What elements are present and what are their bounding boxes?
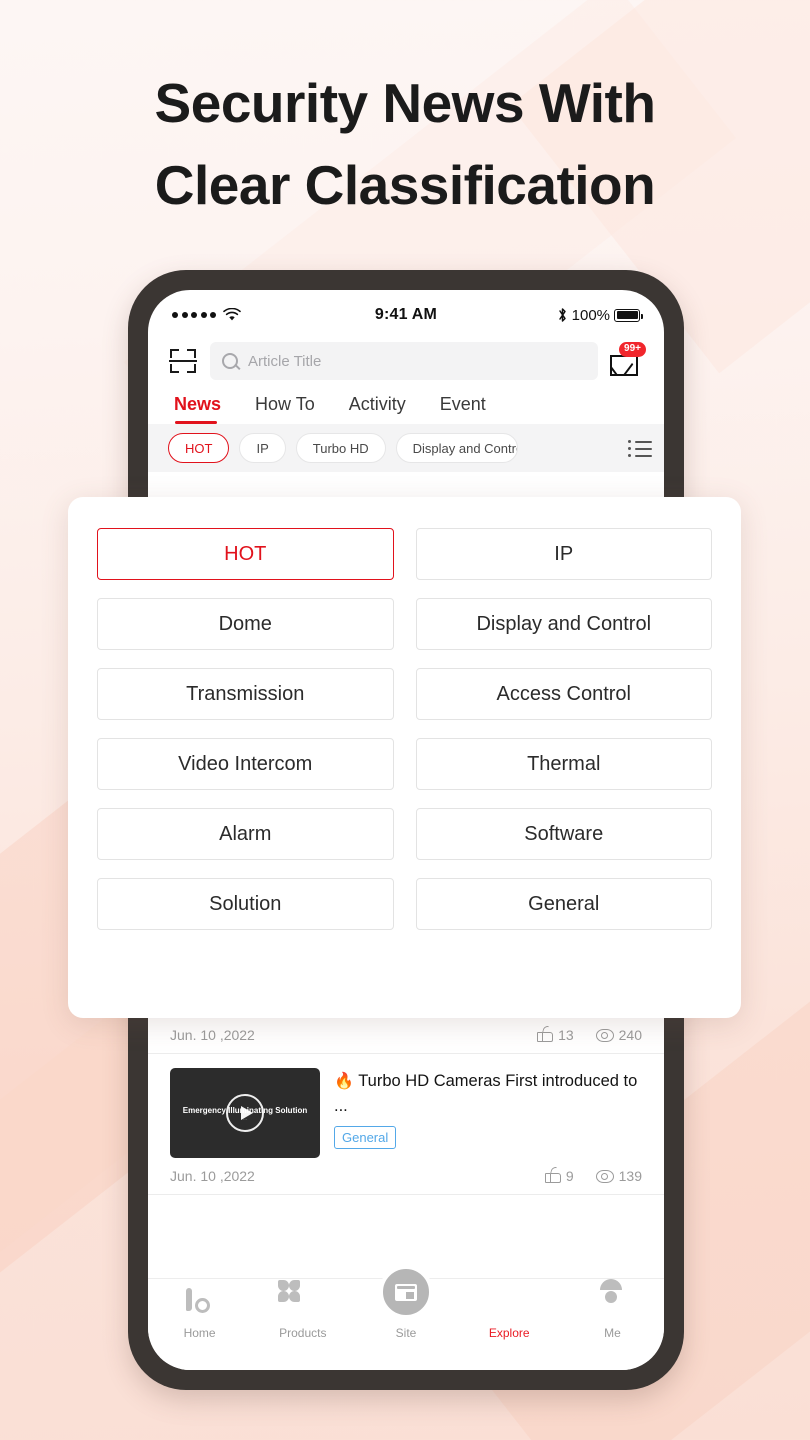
tab-event[interactable]: Event <box>440 394 486 424</box>
fire-icon: 🔥 <box>334 1073 354 1090</box>
page-title: Security News With Clear Classification <box>0 62 810 226</box>
nav-item-me[interactable]: Me <box>561 1291 664 1340</box>
bluetooth-icon <box>558 308 566 322</box>
compass-icon <box>495 1291 523 1319</box>
article-date: Jun. 10 ,2022 <box>170 1168 255 1184</box>
search-icon <box>222 352 239 370</box>
list-icon[interactable] <box>628 439 652 457</box>
category-button-thermal[interactable]: Thermal <box>415 738 712 790</box>
scan-icon[interactable] <box>168 347 198 375</box>
category-button-software[interactable]: Software <box>415 808 712 860</box>
article-item[interactable]: Emergency Illuminating Solution ... 🔥 Tu… <box>148 1054 664 1195</box>
thumbs-up-icon <box>537 1026 554 1042</box>
category-button-alarm[interactable]: Alarm <box>97 808 394 860</box>
mail-button[interactable]: 99+ <box>610 342 646 377</box>
category-selection-modal: HOT IP Dome Display and Control Transmis… <box>68 497 741 1018</box>
play-icon[interactable] <box>226 1094 264 1132</box>
category-button-general[interactable]: General <box>415 878 712 930</box>
category-button-transmission[interactable]: Transmission <box>97 668 394 720</box>
like-count-group[interactable]: 13 <box>537 1026 574 1043</box>
view-count: 240 <box>618 1027 642 1043</box>
view-count-group: 240 <box>595 1027 642 1043</box>
article-tag[interactable]: General <box>334 1126 397 1149</box>
category-button-ip[interactable]: IP <box>415 528 712 580</box>
search-input[interactable]: Article Title <box>210 342 598 380</box>
wifi-icon <box>223 308 241 321</box>
view-count-group: 139 <box>595 1168 642 1184</box>
thumbs-up-icon <box>544 1167 561 1183</box>
article-title: Turbo HD Cameras First introduced to ... <box>334 1072 638 1115</box>
person-icon <box>598 1291 626 1319</box>
article-meta: Jun. 10 ,2022 9 139 <box>170 1167 642 1184</box>
category-button-solution[interactable]: Solution <box>97 878 394 930</box>
signal-dots-icon <box>172 312 216 318</box>
status-time: 9:41 AM <box>374 306 438 323</box>
nav-item-site[interactable]: Site <box>354 1265 457 1340</box>
tab-activity[interactable]: Activity <box>349 394 406 424</box>
nav-item-explore[interactable]: Explore <box>458 1291 561 1340</box>
mail-badge: 99+ <box>619 342 646 357</box>
article-title-row: 🔥 Turbo HD Cameras First introduced to .… <box>334 1069 642 1119</box>
like-count-group[interactable]: 9 <box>544 1167 574 1184</box>
chip-ip[interactable]: IP <box>239 433 286 463</box>
category-button-dome[interactable]: Dome <box>97 598 394 650</box>
view-count: 139 <box>618 1168 642 1184</box>
bottom-navigation: Home Products Site Explore Me <box>148 1265 664 1370</box>
category-button-video-intercom[interactable]: Video Intercom <box>97 738 394 790</box>
category-chip-bar: HOT IP Turbo HD Display and Contro <box>148 424 664 472</box>
tab-how-to[interactable]: How To <box>255 394 315 424</box>
nav-label-explore: Explore <box>488 1326 530 1340</box>
like-count: 13 <box>558 1027 574 1043</box>
nav-label-home: Home <box>183 1326 216 1340</box>
category-button-access-control[interactable]: Access Control <box>415 668 712 720</box>
category-button-display-and-control[interactable]: Display and Control <box>415 598 712 650</box>
eye-icon <box>595 1029 614 1042</box>
article-meta: Jun. 10 ,2022 13 240 <box>170 1026 642 1043</box>
eye-icon <box>595 1170 614 1183</box>
nav-item-products[interactable]: Products <box>251 1280 354 1340</box>
tab-bar: News How To Activity Event <box>148 392 664 424</box>
tab-news[interactable]: News <box>174 394 221 424</box>
site-icon <box>379 1265 433 1319</box>
headline-line-1: Security News With <box>154 72 656 134</box>
search-placeholder: Article Title <box>248 352 322 370</box>
like-count: 9 <box>565 1168 574 1184</box>
chip-hot[interactable]: HOT <box>168 433 230 463</box>
nav-label-me: Me <box>604 1326 621 1340</box>
search-row: Article Title 99+ <box>148 336 664 392</box>
mail-icon <box>610 355 638 376</box>
status-bar: 9:41 AM 100% <box>148 290 664 336</box>
nav-label-site: Site <box>395 1326 417 1340</box>
chip-turbo-hd[interactable]: Turbo HD <box>295 433 386 463</box>
home-icon <box>185 1288 214 1319</box>
nav-label-products: Products <box>279 1326 327 1340</box>
products-icon <box>277 1280 317 1319</box>
article-video-thumbnail[interactable]: Emergency Illuminating Solution ... <box>170 1068 320 1158</box>
headline-line-2: Clear Classification <box>154 154 656 216</box>
battery-icon <box>614 308 644 322</box>
battery-percent: 100% <box>571 306 611 324</box>
category-button-hot[interactable]: HOT <box>97 528 394 580</box>
article-date: Jun. 10 ,2022 <box>170 1027 255 1043</box>
chip-display-and-control[interactable]: Display and Contro <box>395 433 518 463</box>
nav-item-home[interactable]: Home <box>148 1288 251 1340</box>
